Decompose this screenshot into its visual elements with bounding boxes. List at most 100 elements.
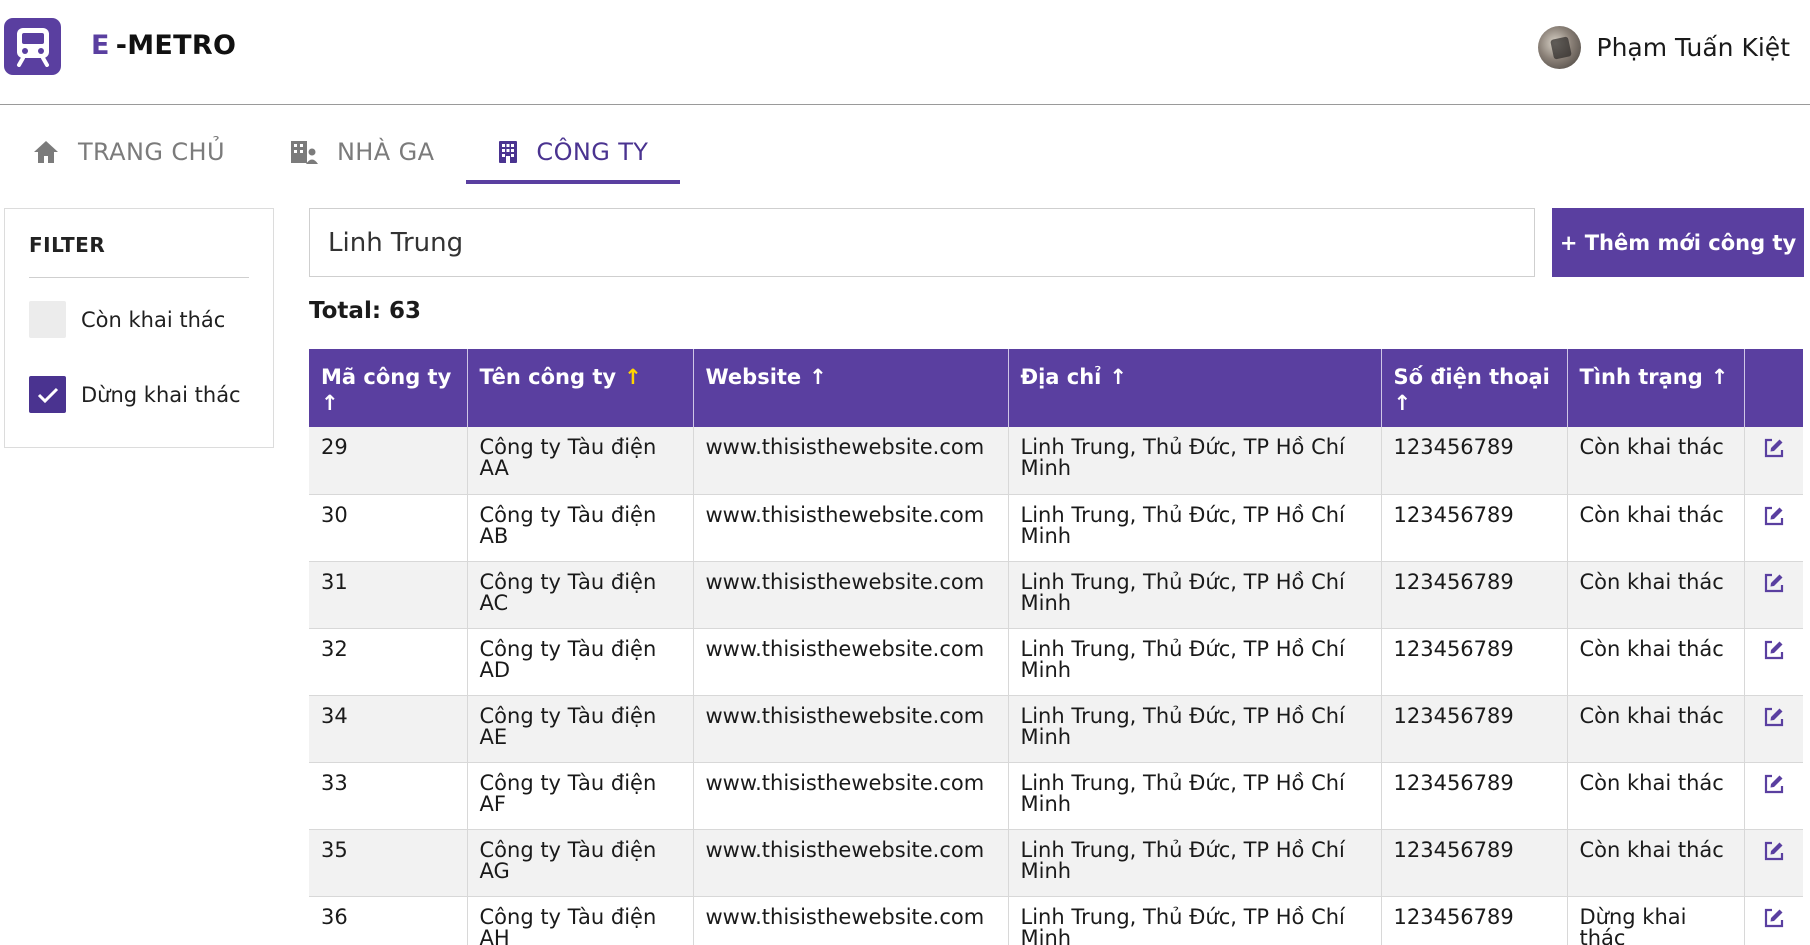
cell-website: www.thisisthewebsite.com [693, 628, 1009, 696]
cell-phone: 123456789 [1381, 762, 1568, 830]
table-row[interactable]: 35 Công ty Tàu điện AG www.thisisthewebsit… [309, 829, 1803, 897]
table-row[interactable]: 34 Công ty Tàu điện AE www.thisisthewebsit… [309, 695, 1803, 763]
cell-company-name: Công ty Tàu điện AD [467, 628, 694, 696]
cell-address: Linh Trung, Thủ Đức, TP Hồ Chí Minh [1008, 695, 1382, 763]
edit-cell [1744, 762, 1803, 830]
filter-divider [29, 277, 249, 278]
cell-status: Còn khai thác [1567, 762, 1745, 830]
cell-company-id: 31 [309, 561, 468, 629]
column-header-so-dien-thoai[interactable]: Số điện thoại ↑ [1381, 349, 1568, 427]
edit-icon[interactable] [1763, 840, 1785, 862]
edit-icon[interactable] [1763, 505, 1785, 527]
column-label: Mã công ty [321, 365, 452, 389]
user-name: Phạm Tuấn Kiệt [1596, 33, 1791, 62]
column-header-website[interactable]: Website ↑ [693, 349, 1009, 427]
edit-cell [1744, 561, 1803, 629]
edit-cell [1744, 494, 1803, 562]
cell-status: Còn khai thác [1567, 427, 1745, 495]
brand-name: E -METRO [91, 30, 236, 61]
column-header-ma-cong-ty[interactable]: Mã công ty ↑ [309, 349, 468, 427]
table-row[interactable]: 30 Công ty Tàu điện AB www.thisisthewebsit… [309, 494, 1803, 562]
filter-option-label: Dừng khai thác [81, 382, 241, 407]
table-row[interactable]: 36 Công ty Tàu điện AH www.thisisthewebsit… [309, 896, 1803, 945]
cell-phone: 123456789 [1381, 896, 1568, 945]
edit-cell [1744, 628, 1803, 696]
building-icon [499, 141, 518, 163]
cell-status: Dừng khai thác [1567, 896, 1745, 945]
cell-company-name: Công ty Tàu điện AA [467, 427, 694, 495]
cell-company-name: Công ty Tàu điện AG [467, 829, 694, 897]
cell-company-name: Công ty Tàu điện AF [467, 762, 694, 830]
tab-label: CÔNG TY [536, 138, 649, 166]
filter-panel: FILTER Còn khai thác Dừng khai thác [4, 208, 274, 448]
add-company-button[interactable]: + Thêm mới công ty [1552, 208, 1804, 277]
edit-icon[interactable] [1763, 773, 1785, 795]
sort-arrow-icon[interactable]: ↑ [1109, 364, 1127, 390]
edit-cell [1744, 427, 1803, 495]
filter-option-dung-khai-thac[interactable]: Dừng khai thác [29, 376, 241, 413]
edit-icon[interactable] [1763, 706, 1785, 728]
sort-arrow-icon[interactable]: ↑ [1711, 364, 1729, 390]
edit-icon[interactable] [1763, 639, 1785, 661]
brand-letter: E [91, 30, 110, 61]
metro-logo-icon[interactable] [4, 18, 61, 75]
column-label: Số điện thoại [1393, 365, 1550, 389]
cell-status: Còn khai thác [1567, 561, 1745, 629]
user-menu[interactable]: Phạm Tuấn Kiệt [1537, 26, 1791, 69]
cell-phone: 123456789 [1381, 427, 1568, 495]
cell-company-id: 34 [309, 695, 468, 763]
cell-website: www.thisisthewebsite.com [693, 829, 1009, 897]
edit-icon[interactable] [1763, 572, 1785, 594]
filter-option-con-khai-thac[interactable]: Còn khai thác [29, 301, 225, 338]
table-body: 29 Công ty Tàu điện AA www.thisisthewebsit… [309, 427, 1803, 945]
cell-company-id: 35 [309, 829, 468, 897]
cell-phone: 123456789 [1381, 695, 1568, 763]
column-header-tinh-trang[interactable]: Tình trạng ↑ [1567, 349, 1745, 427]
cell-phone: 123456789 [1381, 561, 1568, 629]
tab-cong-ty[interactable]: CÔNG TY [466, 120, 681, 184]
checkbox-dung-khai-thac[interactable] [29, 376, 66, 413]
cell-phone: 123456789 [1381, 494, 1568, 562]
check-icon [37, 387, 58, 403]
cell-status: Còn khai thác [1567, 695, 1745, 763]
brand-text: -METRO [115, 30, 237, 61]
column-label: Website [705, 365, 802, 389]
cell-address: Linh Trung, Thủ Đức, TP Hồ Chí Minh [1008, 427, 1382, 495]
tab-nha-ga[interactable]: NHÀ GA [257, 120, 466, 184]
sort-arrow-icon[interactable]: ↑ [809, 364, 827, 390]
filter-title: FILTER [29, 233, 106, 257]
avatar[interactable] [1537, 26, 1581, 69]
edit-cell [1744, 896, 1803, 945]
table-row[interactable]: 31 Công ty Tàu điện AC www.thisisthewebsit… [309, 561, 1803, 629]
cell-website: www.thisisthewebsite.com [693, 427, 1009, 495]
edit-cell [1744, 695, 1803, 763]
cell-company-id: 33 [309, 762, 468, 830]
table-row[interactable]: 29 Công ty Tàu điện AA www.thisisthewebsit… [309, 427, 1803, 495]
cell-company-name: Công ty Tàu điện AH [467, 896, 694, 945]
edit-icon[interactable] [1763, 437, 1785, 459]
cell-website: www.thisisthewebsite.com [693, 896, 1009, 945]
sort-arrow-icon[interactable]: ↑ [1394, 390, 1412, 416]
cell-company-id: 30 [309, 494, 468, 562]
cell-website: www.thisisthewebsite.com [693, 695, 1009, 763]
column-label: Tình trạng [1579, 365, 1703, 389]
table-row[interactable]: 33 Công ty Tàu điện AF www.thisisthewebsit… [309, 762, 1803, 830]
table-row[interactable]: 32 Công ty Tàu điện AD www.thisisthewebsit… [309, 628, 1803, 696]
cell-address: Linh Trung, Thủ Đức, TP Hồ Chí Minh [1008, 762, 1382, 830]
sort-arrow-icon[interactable]: ↑ [321, 390, 339, 416]
cell-address: Linh Trung, Thủ Đức, TP Hồ Chí Minh [1008, 628, 1382, 696]
column-header-ten-cong-ty[interactable]: Tên công ty ↑ [467, 349, 694, 427]
cell-company-name: Công ty Tàu điện AB [467, 494, 694, 562]
search-input[interactable] [309, 208, 1535, 277]
cell-website: www.thisisthewebsite.com [693, 561, 1009, 629]
cell-company-id: 29 [309, 427, 468, 495]
cell-status: Còn khai thác [1567, 494, 1745, 562]
app-header: E -METRO Phạm Tuấn Kiệt [0, 0, 1810, 105]
checkbox-con-khai-thac[interactable] [29, 301, 66, 338]
cell-status: Còn khai thác [1567, 829, 1745, 897]
sort-arrow-icon[interactable]: ↑ [624, 364, 642, 390]
column-header-dia-chi[interactable]: Địa chỉ ↑ [1008, 349, 1382, 427]
tab-trang-chu[interactable]: TRANG CHỦ [0, 120, 257, 184]
table-header-row: Mã công ty ↑ Tên công ty ↑ Website ↑ Địa ch… [309, 349, 1803, 427]
edit-icon[interactable] [1763, 907, 1785, 929]
